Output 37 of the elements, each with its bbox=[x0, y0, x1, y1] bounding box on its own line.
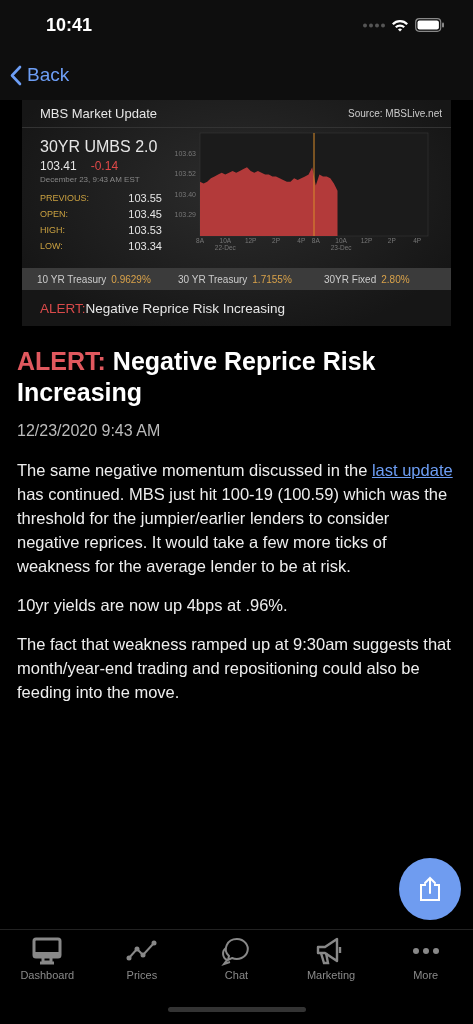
instrument-name: 30YR UMBS 2.0 bbox=[40, 138, 159, 156]
stat-value: 103.45 bbox=[128, 208, 162, 221]
price-change: -0.14 bbox=[90, 159, 119, 173]
rate-item: 10 YR Treasury 0.9629% bbox=[37, 273, 152, 285]
tab-item[interactable]: Marketing bbox=[283, 936, 379, 981]
battery-icon bbox=[415, 18, 445, 32]
back-button[interactable]: Back bbox=[10, 64, 70, 86]
article-paragraph: 10yr yields are now up 4bps at .96%. bbox=[17, 595, 289, 616]
chevron-left-icon bbox=[10, 64, 22, 86]
stat-value: 103.34 bbox=[128, 240, 162, 253]
tab-item[interactable]: Dashboard bbox=[0, 936, 95, 981]
stat-label: LOW: bbox=[40, 240, 64, 253]
graphic-title: MBS Market Update bbox=[40, 106, 158, 121]
monitor-icon bbox=[31, 936, 64, 966]
share-icon bbox=[419, 876, 441, 902]
stat-value: 103.53 bbox=[128, 224, 162, 237]
stat-label: HIGH: bbox=[40, 224, 66, 237]
timestamp: December 23, 9:43 AM EST bbox=[40, 175, 141, 184]
article-paragraph: The same negative momentum discussed in the last update has continued. MBS just hit 100-19 (100.59) which was the threshold for the jumpier/earlier lenders to consider negative reprices. It would take a few more ticks of weakness for the average lender to be at risk. bbox=[17, 460, 454, 577]
stat-value: 103.55 bbox=[128, 192, 162, 205]
rate-item: 30YR Fixed 2.80% bbox=[324, 273, 410, 285]
tab-item[interactable]: Prices bbox=[94, 936, 190, 981]
article-headline: ALERT: Negative Reprice Risk Increasing bbox=[17, 346, 377, 408]
price-value: 103.41 bbox=[40, 159, 77, 173]
clock-time: 10:41 bbox=[46, 14, 93, 36]
rate-item: 30 YR Treasury 1.7155% bbox=[178, 273, 293, 285]
article-date: 12/23/2020 9:43 AM bbox=[17, 422, 162, 440]
alert-banner-text: ALERT:Negative Reprice Risk Increasing bbox=[39, 299, 287, 318]
inline-link[interactable]: last update bbox=[371, 461, 453, 479]
signal-icon bbox=[363, 22, 385, 28]
source-label: Source: MBSLive.net bbox=[348, 108, 442, 119]
wifi-icon bbox=[391, 18, 409, 32]
tab-item[interactable]: Chat bbox=[189, 936, 284, 981]
stat-label: OPEN: bbox=[40, 208, 69, 221]
tab-item[interactable]: More bbox=[378, 936, 473, 981]
article-paragraph: The fact that weakness ramped up at 9:30am suggests that month/year-end trading and repositioning could also be feeding into the move. bbox=[17, 634, 452, 703]
stat-label: PREVIOUS: bbox=[40, 192, 89, 205]
